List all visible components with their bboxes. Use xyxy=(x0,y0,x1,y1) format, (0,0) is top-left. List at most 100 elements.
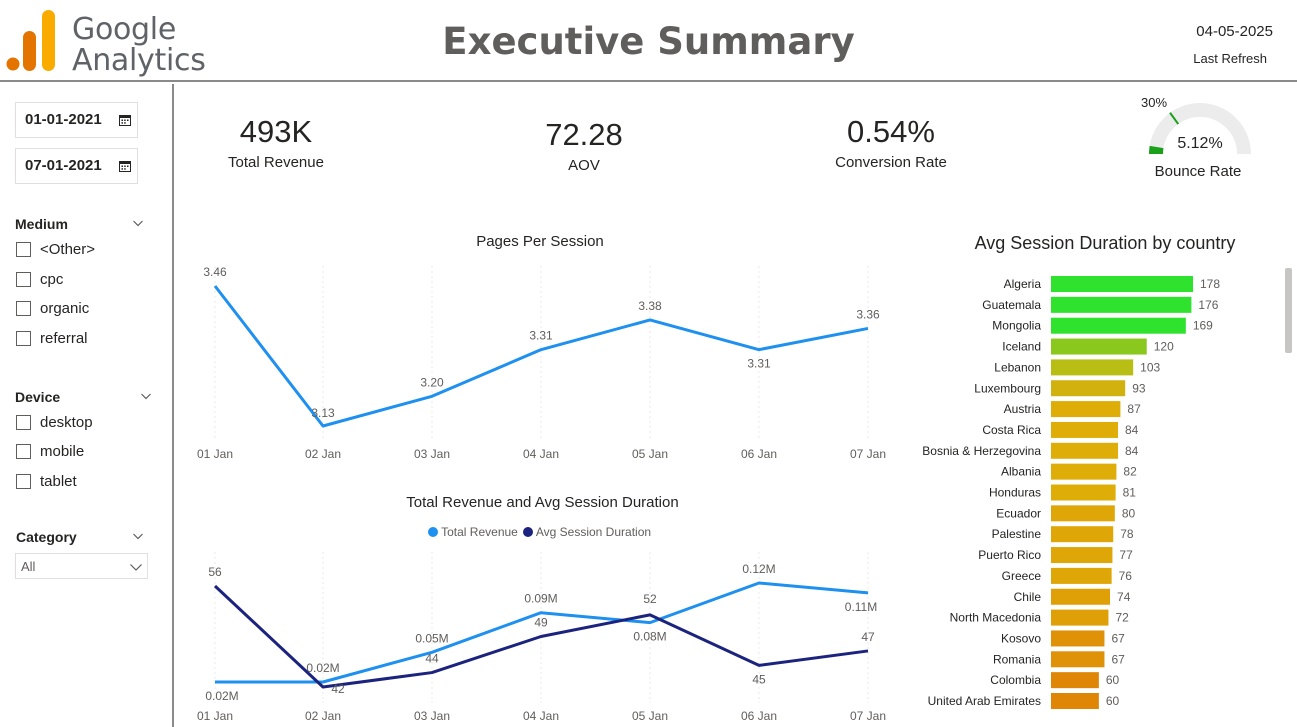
x-tick-label: 05 Jan xyxy=(632,447,668,461)
country-bar xyxy=(1051,296,1192,313)
country-bar xyxy=(1051,338,1147,355)
country-bar xyxy=(1051,651,1105,668)
x-tick-label: 07 Jan xyxy=(850,709,886,723)
data-label: 3.31 xyxy=(529,329,553,343)
country-value-label: 72 xyxy=(1115,611,1129,625)
country-bar xyxy=(1051,463,1117,480)
country-value-label: 169 xyxy=(1193,319,1213,333)
revenue-data-label: 0.09M xyxy=(524,592,557,606)
country-value-label: 120 xyxy=(1154,340,1174,354)
data-label: 3.20 xyxy=(420,375,444,389)
x-tick-label: 01 Jan xyxy=(197,447,233,461)
charts-canvas: 3.46 3.13 3.20 3.31 3.38 3.31 3.36 01 Jan 02 Jan… xyxy=(197,265,1220,723)
country-label: Palestine xyxy=(992,527,1042,541)
revenue-data-label: 0.08M xyxy=(633,630,666,644)
country-value-label: 78 xyxy=(1120,527,1134,541)
country-value-label: 84 xyxy=(1125,444,1139,458)
country-label: Albania xyxy=(1001,465,1041,479)
x-tick-label: 07 Jan xyxy=(850,447,886,461)
country-bar xyxy=(1051,484,1116,501)
country-bar xyxy=(1051,609,1109,626)
scrollbar[interactable] xyxy=(1285,268,1292,353)
revenue-data-label: 0.12M xyxy=(742,562,775,576)
data-label: 3.31 xyxy=(747,357,771,371)
x-tick-label: 03 Jan xyxy=(414,709,450,723)
country-bar xyxy=(1051,567,1112,584)
x-tick-label: 05 Jan xyxy=(632,709,668,723)
x-tick-label: 04 Jan xyxy=(523,447,559,461)
country-bar xyxy=(1051,505,1115,522)
country-value-label: 178 xyxy=(1200,277,1220,291)
country-value-label: 103 xyxy=(1140,360,1160,374)
country-value-label: 82 xyxy=(1123,465,1137,479)
country-label: North Macedonia xyxy=(950,611,1042,625)
x-tick-label: 02 Jan xyxy=(305,447,341,461)
country-value-label: 81 xyxy=(1123,486,1137,500)
country-label: Algeria xyxy=(1004,277,1042,291)
country-label: Iceland xyxy=(1002,340,1041,354)
duration-data-label: 52 xyxy=(643,592,657,606)
revenue-data-label: 0.11M xyxy=(845,600,877,614)
x-tick-label: 04 Jan xyxy=(523,709,559,723)
country-value-label: 67 xyxy=(1111,631,1125,645)
country-label: Ecuador xyxy=(996,506,1041,520)
country-label: Luxembourg xyxy=(974,381,1041,395)
revenue-data-label: 0.05M xyxy=(415,631,448,645)
country-bar xyxy=(1051,276,1193,292)
country-value-label: 77 xyxy=(1119,548,1133,562)
country-label: United Arab Emirates xyxy=(928,694,1041,708)
country-bar xyxy=(1051,693,1099,709)
x-tick-label: 01 Jan xyxy=(197,709,233,723)
duration-data-label: 44 xyxy=(425,652,439,666)
duration-data-label: 49 xyxy=(534,616,548,630)
x-tick-label: 02 Jan xyxy=(305,709,341,723)
country-label: Puerto Rico xyxy=(978,548,1041,562)
data-label: 3.38 xyxy=(638,299,662,313)
duration-data-label: 56 xyxy=(208,565,222,579)
country-value-label: 93 xyxy=(1132,381,1146,395)
country-value-label: 67 xyxy=(1111,652,1125,666)
country-label: Colombia xyxy=(990,673,1041,687)
country-value-label: 84 xyxy=(1125,423,1139,437)
x-tick-label: 06 Jan xyxy=(741,709,777,723)
country-value-label: 87 xyxy=(1127,402,1141,416)
duration-data-label: 45 xyxy=(752,672,766,686)
country-label: Romania xyxy=(993,652,1041,666)
country-label: Guatemala xyxy=(982,298,1041,312)
revenue-data-label: 0.02M xyxy=(306,661,339,675)
country-bar xyxy=(1051,359,1134,376)
data-label: 3.13 xyxy=(311,406,335,420)
duration-data-label: 42 xyxy=(331,682,345,696)
country-bar xyxy=(1051,630,1105,647)
country-bar xyxy=(1051,442,1119,459)
country-label: Honduras xyxy=(989,486,1041,500)
country-label: Bosnia & Herzegovina xyxy=(922,444,1041,458)
country-value-label: 60 xyxy=(1106,694,1120,708)
country-label: Greece xyxy=(1002,569,1042,583)
country-bar xyxy=(1051,317,1186,334)
country-bar xyxy=(1051,526,1114,543)
country-label: Kosovo xyxy=(1001,631,1041,645)
country-label: Mongolia xyxy=(992,319,1041,333)
country-bar xyxy=(1051,401,1121,418)
country-value-label: 176 xyxy=(1198,298,1218,312)
country-bar xyxy=(1051,380,1126,397)
country-label: Lebanon xyxy=(994,360,1041,374)
data-label: 3.36 xyxy=(856,307,880,321)
country-value-label: 74 xyxy=(1117,590,1131,604)
country-bar xyxy=(1051,588,1111,605)
country-value-label: 80 xyxy=(1122,506,1136,520)
country-label: Chile xyxy=(1014,590,1042,604)
country-value-label: 76 xyxy=(1119,569,1133,583)
x-tick-label: 06 Jan xyxy=(741,447,777,461)
x-tick-label: 03 Jan xyxy=(414,447,450,461)
country-label: Austria xyxy=(1004,402,1042,416)
country-bar xyxy=(1051,547,1113,564)
data-label: 3.46 xyxy=(203,265,227,279)
country-bar xyxy=(1051,672,1099,689)
duration-data-label: 47 xyxy=(861,630,875,644)
country-value-label: 60 xyxy=(1106,673,1120,687)
revenue-data-label: 0.02M xyxy=(205,689,238,703)
country-label: Costa Rica xyxy=(982,423,1041,437)
country-bar xyxy=(1051,421,1119,438)
